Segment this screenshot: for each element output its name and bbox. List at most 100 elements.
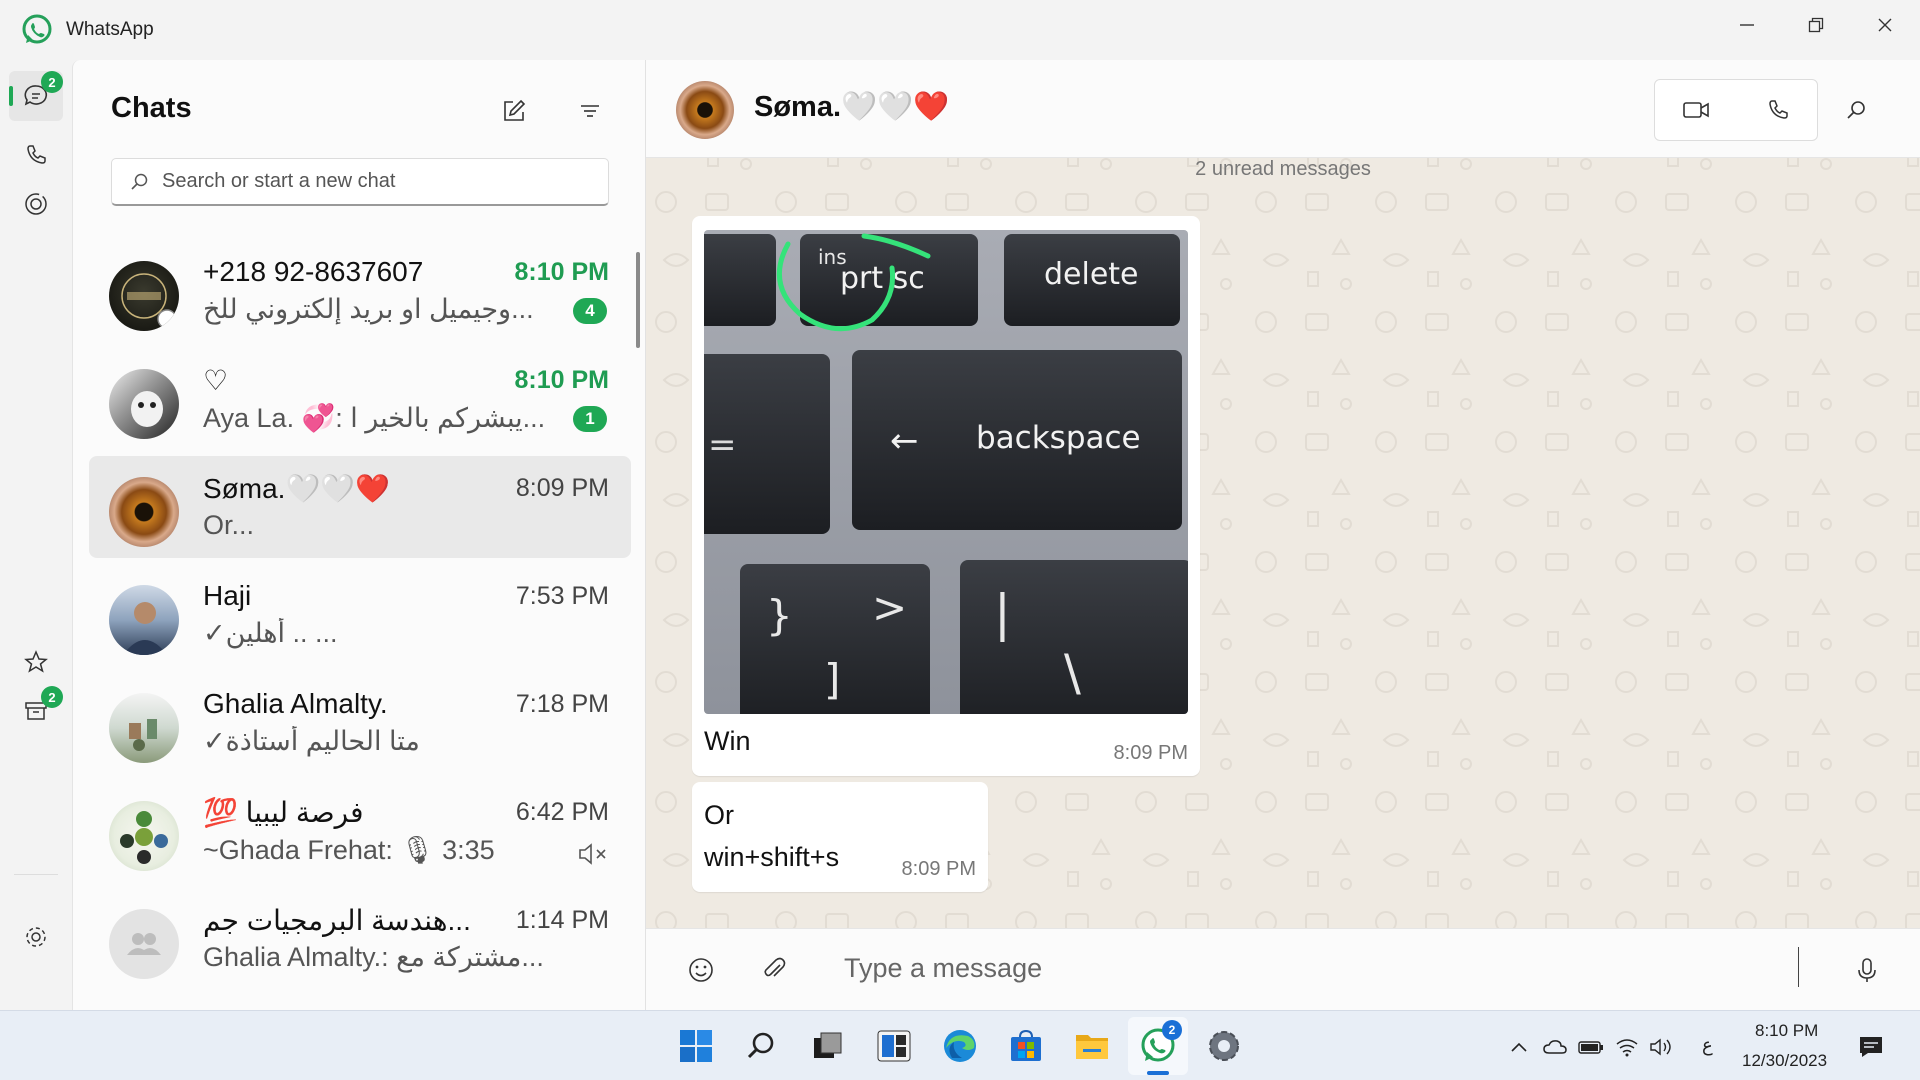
chat-time: 6:42 PM (515, 798, 609, 826)
contact-name[interactable]: Søma.🤍🤍❤️ (754, 90, 949, 124)
chat-row[interactable]: 💯 فرصة ليبيا 6:42 PM ~Ghada Frehat: 🎙 3:… (89, 780, 631, 882)
chat-name: هندسة البرمجيات جم... (203, 905, 471, 936)
search-placeholder: Search or start a new chat (162, 170, 396, 192)
store-button[interactable] (1006, 1026, 1046, 1066)
volume-tray[interactable] (1648, 1034, 1674, 1060)
taskbar-search-button[interactable] (742, 1026, 782, 1066)
conversation-pane: Søma.🤍🤍❤️ 2 unread messages ins prt sc d… (646, 60, 1920, 1010)
widgets-icon (877, 1030, 911, 1062)
unread-badge: 1 (573, 406, 607, 432)
input-language[interactable]: ع (1702, 1035, 1713, 1056)
wifi-tray[interactable] (1614, 1034, 1640, 1060)
key-label-equals: = (708, 425, 737, 465)
message-composer: Type a message (646, 928, 1920, 1010)
rail-calls[interactable] (9, 130, 63, 180)
chat-avatar (109, 369, 179, 439)
rail-status[interactable] (9, 179, 63, 229)
chat-row[interactable]: +218 92-8637607 8:10 PM وجيميل او بريد إ… (89, 240, 631, 342)
attach-button[interactable] (756, 951, 794, 989)
chat-avatar (109, 585, 179, 655)
chat-avatar (109, 261, 179, 331)
whatsapp-taskbar-button[interactable]: 2 (1138, 1020, 1182, 1066)
video-call-button[interactable] (1655, 80, 1737, 140)
chat-avatar (109, 909, 179, 979)
conversation-search-button[interactable] (1836, 90, 1876, 130)
search-icon (131, 173, 148, 190)
title-bar: WhatsApp (0, 0, 1920, 60)
new-chat-button[interactable] (499, 96, 529, 126)
key-label-bracket: ] (824, 655, 840, 704)
windows-taskbar: 2 ع 8:10 PM 12/30/2023 (0, 1010, 1920, 1080)
message-image[interactable]: ins prt sc delete = ← backspace } ] > | … (704, 230, 1188, 714)
windows-start-icon (680, 1030, 712, 1062)
voice-call-icon (1769, 100, 1788, 119)
chat-avatar (109, 693, 179, 763)
restore-button[interactable] (1781, 0, 1851, 50)
filter-button[interactable] (575, 96, 605, 126)
calls-icon (27, 145, 46, 164)
voice-message-button[interactable] (1848, 951, 1886, 989)
chat-preview: وجيميل او بريد إلكتروني للخ... (203, 294, 534, 324)
chat-time: 7:18 PM (515, 690, 609, 718)
search-input[interactable]: Search or start a new chat (111, 158, 609, 206)
message-caption: Win (704, 726, 751, 756)
chat-preview: Aya La. 💞: يبشركم بالخير ا... (203, 403, 546, 433)
battery-tray[interactable] (1578, 1034, 1604, 1060)
chat-name: Søma.🤍🤍❤️ (203, 473, 391, 504)
start-button[interactable] (676, 1026, 716, 1066)
chat-row[interactable]: Ghalia Almalty. 7:18 PM ✓متا الحاليم أست… (89, 672, 631, 774)
chat-name: ♡ (203, 365, 229, 396)
search-icon (747, 1032, 774, 1059)
image-message[interactable]: ins prt sc delete = ← backspace } ] > | … (692, 216, 1200, 776)
chat-time: 7:53 PM (515, 582, 609, 610)
search-icon (1847, 101, 1865, 119)
minimize-button[interactable] (1712, 0, 1782, 50)
clock-time[interactable]: 8:10 PM (1755, 1021, 1818, 1041)
whatsapp-logo-icon (22, 14, 52, 44)
contact-avatar[interactable] (676, 81, 734, 139)
chat-list-scrollbar[interactable] (636, 252, 640, 348)
composer-divider (1798, 947, 1799, 987)
chat-row[interactable]: ♡ 8:10 PM Aya La. 💞: يبشركم بالخير ا... … (89, 348, 631, 450)
wifi-icon (1616, 1039, 1638, 1057)
key-label-arrow: ← (890, 421, 919, 461)
rail-settings[interactable] (9, 912, 63, 962)
message-input[interactable]: Type a message (844, 953, 1042, 984)
voice-call-button[interactable] (1737, 80, 1819, 140)
widgets-button[interactable] (874, 1026, 914, 1066)
chat-time: 1:14 PM (515, 906, 609, 934)
onedrive-tray[interactable] (1542, 1034, 1568, 1060)
close-button[interactable] (1850, 0, 1920, 50)
starred-icon (24, 650, 48, 673)
file-explorer-button[interactable] (1072, 1026, 1112, 1066)
emoji-button[interactable] (682, 951, 720, 989)
settings-taskbar-button[interactable] (1204, 1026, 1244, 1066)
show-hidden-icons-button[interactable] (1506, 1034, 1532, 1060)
group-icon (127, 933, 161, 955)
app-title: WhatsApp (66, 19, 154, 40)
chats-unread-badge: 2 (41, 71, 63, 93)
chat-name: Ghalia Almalty. (203, 688, 388, 719)
message-time: 8:09 PM (1113, 742, 1188, 764)
chat-row[interactable]: Søma.🤍🤍❤️ 8:09 PM Or... (89, 456, 631, 558)
notifications-button[interactable] (1858, 1034, 1884, 1060)
rail-chats[interactable]: 2 (9, 71, 63, 121)
rail-archived[interactable]: 2 (9, 686, 63, 736)
task-view-button[interactable] (808, 1026, 848, 1066)
battery-icon (1578, 1041, 1603, 1054)
settings-icon (26, 927, 46, 947)
chat-row[interactable]: Haji 7:53 PM ✓أهلين .. ... (89, 564, 631, 666)
call-buttons (1654, 79, 1818, 141)
close-icon (1878, 18, 1892, 32)
clock-date[interactable]: 12/30/2023 (1742, 1051, 1827, 1071)
text-message[interactable]: Or win+shift+s 8:09 PM (692, 782, 988, 892)
cloud-icon (1543, 1040, 1567, 1054)
chat-avatar (109, 477, 179, 547)
folder-icon (1076, 1035, 1108, 1059)
chat-row[interactable]: هندسة البرمجيات جم... 1:14 PM Ghalia Alm… (89, 888, 631, 990)
rail-starred[interactable] (9, 637, 63, 687)
edge-button[interactable] (940, 1026, 980, 1066)
chat-avatar (109, 801, 179, 871)
task-view-icon (814, 1032, 842, 1058)
chat-preview: ~Ghada Frehat: 🎙 3:35 (203, 835, 495, 865)
